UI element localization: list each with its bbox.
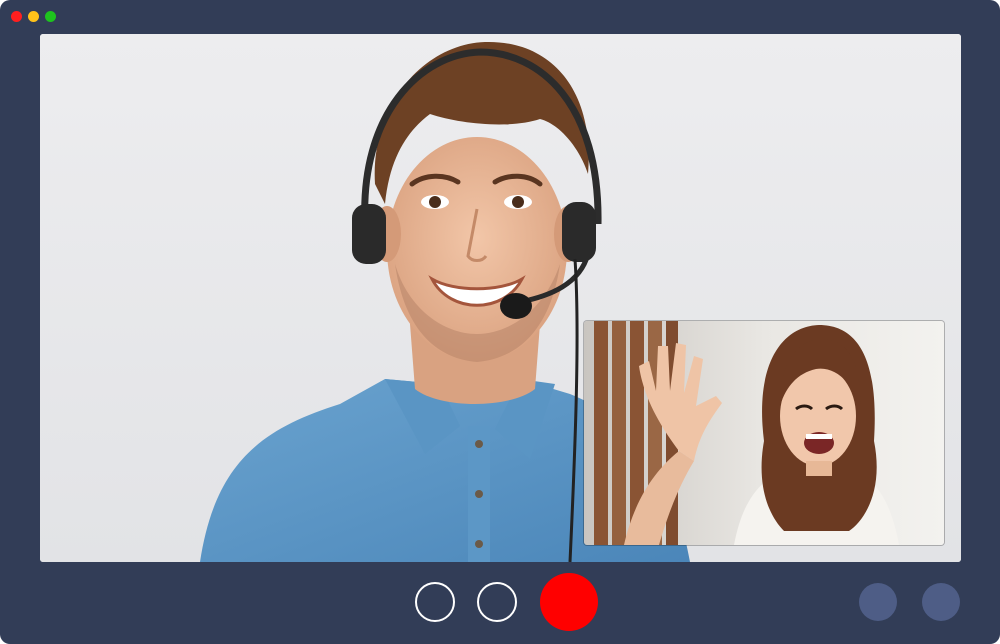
maximize-window-button[interactable] <box>45 11 56 22</box>
minimize-window-button[interactable] <box>28 11 39 22</box>
call-controls-bar <box>0 570 1000 634</box>
video-call-window <box>0 0 1000 644</box>
self-view-video[interactable] <box>584 321 944 545</box>
options-button[interactable] <box>859 583 897 621</box>
self-view-image <box>584 321 944 545</box>
close-window-button[interactable] <box>11 11 22 22</box>
camera-toggle-button[interactable] <box>477 582 517 622</box>
microphone-toggle-button[interactable] <box>415 582 455 622</box>
end-call-button[interactable] <box>540 573 598 631</box>
more-button[interactable] <box>922 583 960 621</box>
window-controls <box>11 11 56 22</box>
